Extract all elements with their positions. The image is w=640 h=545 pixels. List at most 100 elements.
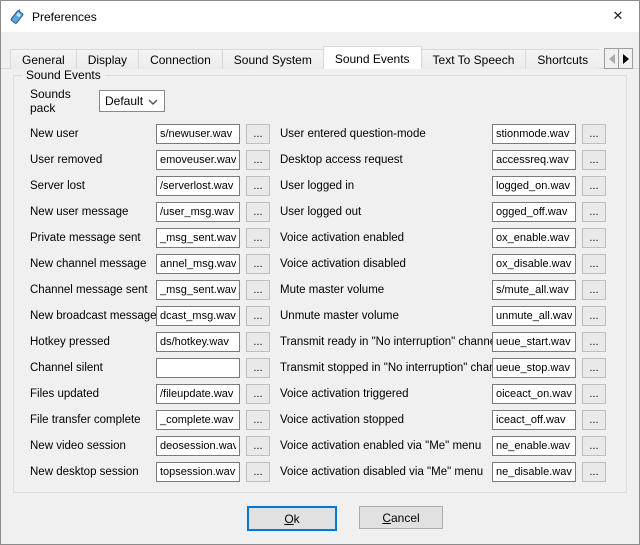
browse-button-left[interactable]: ... bbox=[246, 332, 270, 352]
event-label-right: Voice activation triggered bbox=[280, 388, 492, 400]
event-label-right: Voice activation disabled via "Me" menu bbox=[280, 466, 492, 478]
tab-bar: General Display Connection Sound System … bbox=[1, 46, 639, 69]
sound-file-input-right[interactable] bbox=[492, 228, 576, 248]
browse-button-right[interactable]: ... bbox=[582, 228, 606, 248]
sound-file-input-right[interactable] bbox=[492, 410, 576, 430]
browse-button-right[interactable]: ... bbox=[582, 150, 606, 170]
sound-event-row: File transfer complete ... Voice activat… bbox=[30, 407, 626, 433]
browse-button-right[interactable]: ... bbox=[582, 124, 606, 144]
sound-file-input-right[interactable] bbox=[492, 332, 576, 352]
preferences-dialog: Preferences ✕ General Display Connection… bbox=[0, 0, 640, 545]
tab-general[interactable]: General bbox=[10, 49, 77, 69]
browse-button-left[interactable]: ... bbox=[246, 254, 270, 274]
browse-button-right[interactable]: ... bbox=[582, 410, 606, 430]
sound-event-row: Channel message sent ... Mute master vol… bbox=[30, 277, 626, 303]
ok-button[interactable]: Ok bbox=[247, 506, 337, 531]
browse-button-left[interactable]: ... bbox=[246, 410, 270, 430]
sound-file-input-left[interactable] bbox=[156, 462, 240, 482]
sound-file-input-right[interactable] bbox=[492, 462, 576, 482]
tab-sound-events[interactable]: Sound Events bbox=[323, 46, 422, 69]
sound-file-input-right[interactable] bbox=[492, 202, 576, 222]
browse-button-right[interactable]: ... bbox=[582, 254, 606, 274]
sound-file-input-right[interactable] bbox=[492, 254, 576, 274]
sound-file-input-right[interactable] bbox=[492, 358, 576, 378]
sound-file-input-left[interactable] bbox=[156, 124, 240, 144]
tab-scroll-left-button[interactable] bbox=[604, 48, 619, 69]
sound-file-input-left[interactable] bbox=[156, 150, 240, 170]
tab-strip: General Display Connection Sound System … bbox=[10, 46, 599, 69]
event-label-right: Mute master volume bbox=[280, 284, 492, 296]
event-label-left: Hotkey pressed bbox=[30, 336, 156, 348]
event-label-left: New user bbox=[30, 128, 156, 140]
close-icon[interactable]: ✕ bbox=[605, 6, 631, 26]
browse-button-left[interactable]: ... bbox=[246, 150, 270, 170]
browse-button-right[interactable]: ... bbox=[582, 384, 606, 404]
browse-button-right[interactable]: ... bbox=[582, 358, 606, 378]
tab-connection[interactable]: Connection bbox=[138, 49, 223, 69]
sound-file-input-right[interactable] bbox=[492, 176, 576, 196]
browse-button-right[interactable]: ... bbox=[582, 280, 606, 300]
event-label-left: User removed bbox=[30, 154, 156, 166]
titlebar: Preferences ✕ bbox=[1, 1, 639, 32]
browse-button-left[interactable]: ... bbox=[246, 384, 270, 404]
sounds-pack-label: Sounds pack bbox=[30, 87, 99, 115]
sound-file-input-left[interactable] bbox=[156, 228, 240, 248]
tab-shortcuts[interactable]: Shortcuts bbox=[525, 49, 599, 69]
browse-button-right[interactable]: ... bbox=[582, 436, 606, 456]
sound-file-input-right[interactable] bbox=[492, 384, 576, 404]
sound-event-rows: New user ... User entered question-mode … bbox=[14, 121, 626, 485]
browse-button-left[interactable]: ... bbox=[246, 436, 270, 456]
tab-text-to-speech[interactable]: Text To Speech bbox=[421, 49, 527, 69]
browse-button-left[interactable]: ... bbox=[246, 358, 270, 378]
sound-file-input-right[interactable] bbox=[492, 436, 576, 456]
event-label-right: User entered question-mode bbox=[280, 128, 492, 140]
browse-button-right[interactable]: ... bbox=[582, 462, 606, 482]
sound-file-input-right[interactable] bbox=[492, 124, 576, 144]
browse-button-left[interactable]: ... bbox=[246, 124, 270, 144]
event-label-left: New channel message bbox=[30, 258, 156, 270]
ok-button-label: Ok bbox=[284, 512, 299, 526]
sound-file-input-right[interactable] bbox=[492, 150, 576, 170]
browse-button-right[interactable]: ... bbox=[582, 306, 606, 326]
browse-button-left[interactable]: ... bbox=[246, 228, 270, 248]
sound-file-input-right[interactable] bbox=[492, 280, 576, 300]
sound-file-input-left[interactable] bbox=[156, 436, 240, 456]
event-label-right: Voice activation enabled via "Me" menu bbox=[280, 440, 492, 452]
browse-button-right[interactable]: ... bbox=[582, 202, 606, 222]
tab-sound-system[interactable]: Sound System bbox=[222, 49, 324, 69]
sounds-pack-select[interactable]: Default bbox=[99, 90, 165, 112]
sound-event-row: New broadcast message ... Unmute master … bbox=[30, 303, 626, 329]
browse-button-right[interactable]: ... bbox=[582, 176, 606, 196]
tab-scroll-right-button[interactable] bbox=[618, 48, 633, 69]
sound-file-input-left[interactable] bbox=[156, 358, 240, 378]
browse-button-left[interactable]: ... bbox=[246, 176, 270, 196]
sound-file-input-left[interactable] bbox=[156, 332, 240, 352]
sound-event-row: Hotkey pressed ... Transmit ready in "No… bbox=[30, 329, 626, 355]
sound-file-input-left[interactable] bbox=[156, 384, 240, 404]
browse-button-left[interactable]: ... bbox=[246, 462, 270, 482]
browse-button-left[interactable]: ... bbox=[246, 280, 270, 300]
event-label-right: Transmit ready in "No interruption" chan… bbox=[280, 336, 492, 348]
sound-event-row: Files updated ... Voice activation trigg… bbox=[30, 381, 626, 407]
browse-button-right[interactable]: ... bbox=[582, 332, 606, 352]
group-title: Sound Events bbox=[22, 68, 105, 82]
browse-button-left[interactable]: ... bbox=[246, 202, 270, 222]
sound-file-input-right[interactable] bbox=[492, 306, 576, 326]
cancel-button[interactable]: Cancel bbox=[359, 506, 443, 529]
event-label-left: File transfer complete bbox=[30, 414, 156, 426]
sound-file-input-left[interactable] bbox=[156, 254, 240, 274]
event-label-right: Voice activation enabled bbox=[280, 232, 492, 244]
sound-file-input-left[interactable] bbox=[156, 280, 240, 300]
sound-file-input-left[interactable] bbox=[156, 306, 240, 326]
event-label-right: User logged out bbox=[280, 206, 492, 218]
sound-file-input-left[interactable] bbox=[156, 202, 240, 222]
browse-button-left[interactable]: ... bbox=[246, 306, 270, 326]
sound-event-row: New user message ... User logged out ... bbox=[30, 199, 626, 225]
sound-event-row: New desktop session ... Voice activation… bbox=[30, 459, 626, 485]
event-label-left: New desktop session bbox=[30, 466, 156, 478]
sound-file-input-left[interactable] bbox=[156, 176, 240, 196]
tab-display[interactable]: Display bbox=[76, 49, 139, 69]
sound-event-row: Server lost ... User logged in ... bbox=[30, 173, 626, 199]
sound-file-input-left[interactable] bbox=[156, 410, 240, 430]
tab-scroll-buttons bbox=[605, 48, 633, 69]
